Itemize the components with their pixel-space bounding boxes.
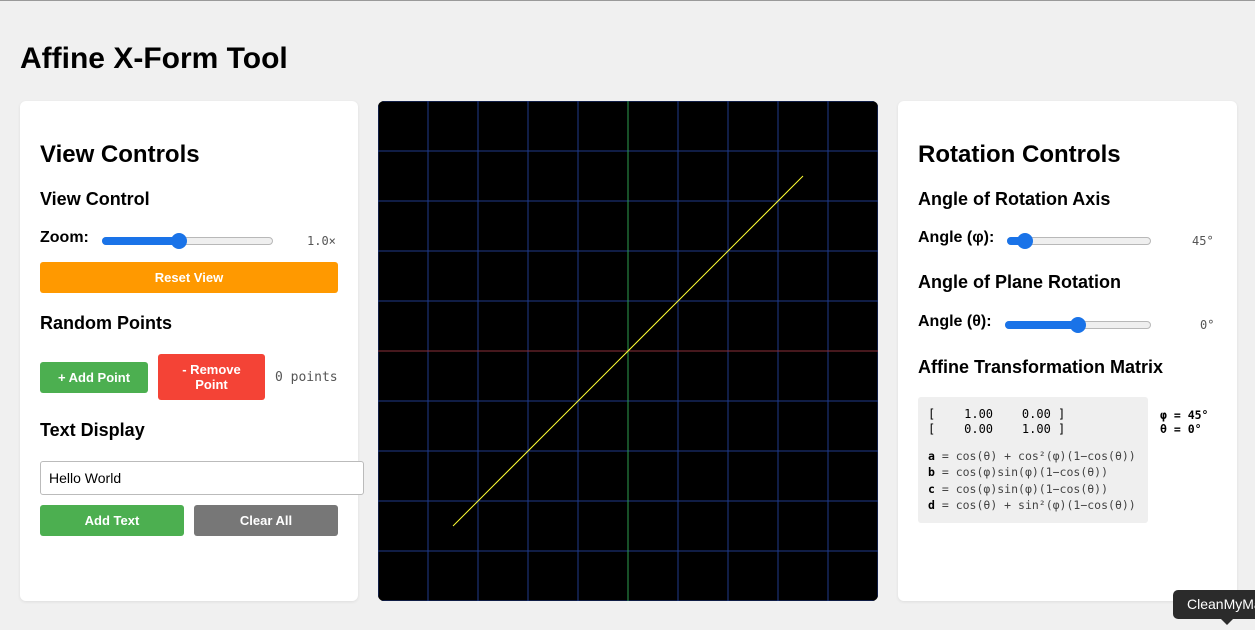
transform-canvas[interactable]: [378, 101, 878, 601]
rotation-controls-panel: Rotation Controls Angle of Rotation Axis…: [898, 101, 1237, 601]
points-count: 0 points: [275, 370, 338, 385]
matrix-display: [ 1.00 0.00 ] [ 0.00 1.00 ] a = cos(θ) +…: [918, 397, 1148, 523]
matrix-row-2: [ 0.00 1.00 ]: [928, 422, 1066, 436]
phi-readout: φ = 45°: [1160, 408, 1209, 422]
phi-slider[interactable]: [1007, 231, 1151, 251]
tooltip-arrow: [1221, 619, 1233, 625]
clear-all-button[interactable]: Clear All: [194, 505, 338, 536]
matrix-row-1: [ 1.00 0.00 ]: [928, 407, 1066, 421]
theta-readout: θ = 0°: [1160, 422, 1202, 436]
formula-d: d = cos(θ) + sin²(φ)(1−cos(θ)): [928, 498, 1136, 512]
phi-slider-thumb[interactable]: [1017, 233, 1033, 249]
plane-rotation-heading: Angle of Plane Rotation: [918, 272, 1122, 292]
page-title: Affine X-Form Tool: [20, 42, 288, 75]
theta-label: Angle (θ):: [918, 313, 992, 330]
theta-slider[interactable]: [1005, 315, 1151, 335]
add-text-button[interactable]: Add Text: [40, 505, 184, 536]
canvas-plot[interactable]: [378, 101, 878, 601]
formula-a: a = cos(θ) + cos²(φ)(1−cos(θ)): [928, 449, 1136, 463]
window-top-border: [0, 0, 1255, 1]
text-input[interactable]: Hello World: [40, 461, 364, 495]
theta-value: 0°: [1200, 318, 1215, 332]
zoom-label: Zoom:: [40, 229, 89, 246]
phi-value: 45°: [1192, 234, 1214, 248]
zoom-slider[interactable]: [102, 231, 273, 251]
dock-tooltip: CleanMyMac: [1173, 590, 1255, 619]
formula-c: c = cos(φ)sin(φ)(1−cos(θ)): [928, 482, 1109, 496]
matrix-heading: Affine Transformation Matrix: [918, 357, 1164, 377]
theta-slider-thumb[interactable]: [1070, 317, 1086, 333]
text-display-heading: Text Display: [40, 420, 145, 440]
zoom-slider-thumb[interactable]: [170, 233, 187, 249]
rotation-axis-heading: Angle of Rotation Axis: [918, 189, 1111, 209]
reset-view-button[interactable]: Reset View: [40, 262, 338, 293]
remove-point-button[interactable]: - Remove Point: [158, 354, 265, 400]
add-point-button[interactable]: + Add Point: [40, 362, 148, 393]
random-points-heading: Random Points: [40, 313, 173, 333]
view-control-subheading: View Control: [40, 189, 150, 209]
rotation-controls-heading: Rotation Controls: [918, 141, 1121, 168]
phi-label: Angle (φ):: [918, 229, 995, 246]
formula-b: b = cos(φ)sin(φ)(1−cos(θ)): [928, 465, 1109, 479]
zoom-value: 1.0×: [307, 234, 336, 248]
view-controls-heading: View Controls: [40, 141, 200, 168]
view-controls-panel: View Controls View Control Zoom: 1.0× Re…: [20, 101, 364, 601]
